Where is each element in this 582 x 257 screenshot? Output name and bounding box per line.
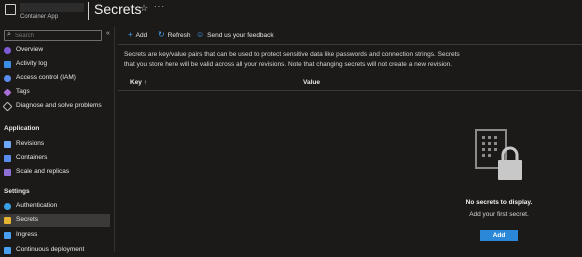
secrets-icon [4,217,11,224]
column-header-key[interactable]: Key ↑ [130,79,147,86]
empty-state-subtitle: Add your first secret. [469,211,529,218]
feedback-label: Send us your feedback [207,32,274,39]
favorite-star-icon[interactable]: ☆ [140,3,148,14]
sidebar-item-ingress[interactable]: Ingress [0,229,110,242]
refresh-label: Refresh [167,32,191,39]
sidebar-item-label: Containers [16,154,48,161]
sidebar-item-scale[interactable]: Scale and replicas [0,166,110,179]
more-options-icon[interactable]: ··· [154,2,165,11]
section-application: Application [4,125,40,132]
sidebar-item-revisions[interactable]: Revisions [0,138,110,151]
add-secret-button[interactable]: Add [480,230,518,241]
resource-name-redacted [20,3,84,12]
sidebar-item-label: Authentication [16,202,58,209]
activity-log-icon [4,61,11,68]
search-icon: ⌕ [7,31,11,38]
title-divider [88,2,89,20]
locked-vault-icon [475,129,522,180]
search-input[interactable] [15,31,99,40]
sidebar-item-continuous-deployment[interactable]: Continuous deployment [0,244,110,257]
sidebar-item-label: Scale and replicas [16,168,70,175]
section-settings: Settings [4,188,30,195]
deployment-icon [4,247,11,254]
sidebar-item-label: Ingress [16,231,38,238]
page-title: Secrets [94,1,142,17]
sidebar-item-secrets[interactable]: Secrets [0,214,110,227]
empty-state-title: No secrets to display. [465,199,533,206]
sidebar-item-label: Secrets [16,216,39,223]
wrench-icon [2,101,13,112]
feedback-command[interactable]: ☺ Send us your feedback [196,30,274,39]
add-command[interactable]: + Add [128,30,147,39]
sidebar-item-authentication[interactable]: Authentication [0,200,110,213]
refresh-command[interactable]: ↻ Refresh [158,30,190,39]
tag-icon [3,88,12,97]
sidebar-item-diagnose[interactable]: Diagnose and solve problems [0,100,110,113]
sidebar-item-tags[interactable]: Tags [0,86,110,99]
revisions-icon [4,141,11,148]
sidebar-item-access-control[interactable]: Access control (IAM) [0,72,110,85]
collapse-sidebar-icon[interactable]: « [106,30,110,37]
blade-header: Container App Secrets ☆ ··· [0,0,582,27]
sidebar-item-containers[interactable]: Containers [0,152,110,165]
sidebar-item-label: Access control (IAM) [16,74,76,81]
sidebar-item-label: Diagnose and solve problems [16,102,102,109]
sidebar-item-label: Tags [16,88,30,95]
add-label: Add [135,32,148,39]
resource-type: Container App [20,14,59,20]
table-header [118,76,582,91]
refresh-icon: ↻ [158,30,165,39]
container-app-icon [5,4,16,15]
feedback-icon: ☺ [196,30,205,39]
sidebar-item-label: Activity log [16,60,48,67]
sidebar-item-label: Overview [16,46,44,53]
containers-icon [4,155,11,162]
plus-icon: + [128,30,133,39]
sidebar-search[interactable]: ⌕ [4,30,102,41]
sidebar-item-label: Revisions [16,140,45,147]
overview-icon [4,47,11,54]
authentication-icon [4,203,11,210]
sidebar: ⌕ « Overview Activity log Access control… [0,27,115,254]
access-control-icon [4,75,11,82]
sidebar-item-overview[interactable]: Overview [0,44,110,57]
scale-icon [4,169,11,176]
secrets-description: Secrets are key/value pairs that can be … [124,51,460,68]
column-header-value[interactable]: Value [303,79,320,86]
sidebar-item-activity-log[interactable]: Activity log [0,58,110,71]
ingress-icon [4,232,11,239]
toolbar-divider [118,44,582,45]
